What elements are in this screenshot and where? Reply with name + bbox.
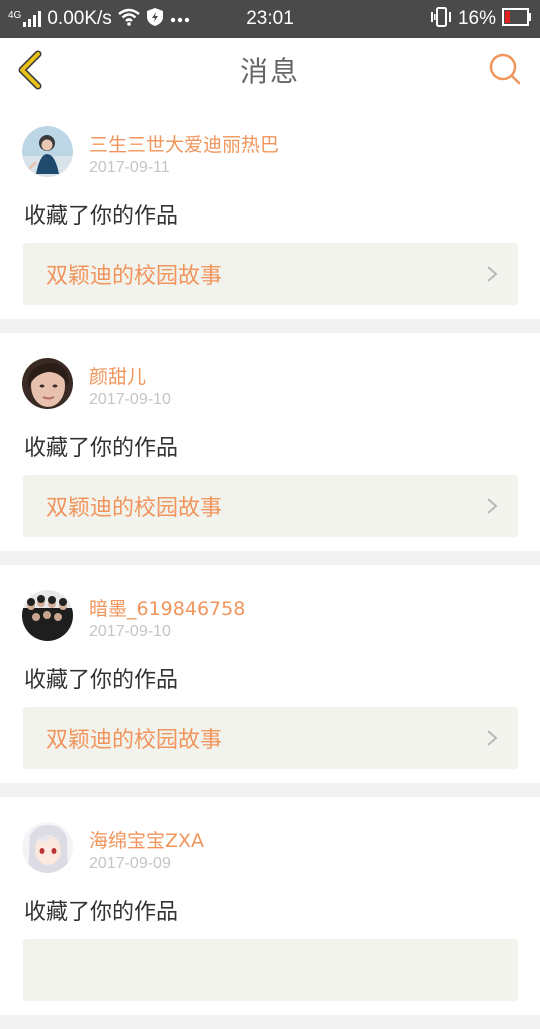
message-list: 三生三世大爱迪丽热巴 2017-09-11 收藏了你的作品 双颖迪的校园故事 颜… [0, 101, 540, 1029]
search-button[interactable] [488, 52, 522, 86]
message-item: 颜甜儿 2017-09-10 收藏了你的作品 双颖迪的校园故事 [0, 333, 540, 551]
message-item: 海绵宝宝ZXA 2017-09-09 收藏了你的作品 [0, 797, 540, 1015]
app-header: 消息 [0, 38, 540, 102]
username[interactable]: 颜甜儿 [89, 362, 146, 389]
message-item: 暗墨_619846758 2017-09-10 收藏了你的作品 双颖迪的校园故事 [0, 565, 540, 783]
username[interactable]: 三生三世大爱迪丽热巴 [89, 130, 279, 157]
clock: 23:01 [246, 8, 294, 29]
action-text: 收藏了你的作品 [24, 204, 179, 229]
network-type: 4G [8, 10, 22, 21]
message-date: 2017-09-10 [89, 623, 171, 640]
work-link[interactable]: 双颖迪的校园故事 [23, 243, 518, 305]
work-link[interactable] [23, 939, 518, 1001]
back-arrow-icon [18, 50, 42, 90]
status-bar: 4G 0.00K/s 23:01 16% [0, 0, 540, 38]
chevron-right-icon [487, 730, 498, 746]
shield-icon [146, 7, 164, 32]
avatar[interactable] [22, 358, 73, 409]
action-text: 收藏了你的作品 [24, 900, 179, 925]
message-date: 2017-09-09 [89, 855, 171, 872]
work-title: 双颖迪的校园故事 [46, 264, 223, 289]
action-text: 收藏了你的作品 [24, 668, 179, 693]
more-notifications-icon [170, 10, 190, 28]
chevron-right-icon [487, 498, 498, 514]
message-item: 三生三世大爱迪丽热巴 2017-09-11 收藏了你的作品 双颖迪的校园故事 [0, 101, 540, 319]
page-title: 消息 [239, 54, 300, 88]
battery-icon [502, 7, 532, 31]
network-speed: 0.00K/s [47, 8, 112, 29]
chevron-right-icon [487, 266, 498, 282]
signal-icon: 4G [8, 10, 42, 27]
message-date: 2017-09-10 [89, 391, 171, 408]
message-date: 2017-09-11 [89, 159, 170, 176]
work-title: 双颖迪的校园故事 [46, 728, 223, 753]
action-text: 收藏了你的作品 [24, 436, 179, 461]
avatar[interactable] [22, 590, 73, 641]
username[interactable]: 海绵宝宝ZXA [89, 826, 204, 853]
work-title: 双颖迪的校园故事 [46, 496, 223, 521]
avatar[interactable] [22, 822, 73, 873]
username[interactable]: 暗墨_619846758 [89, 594, 245, 621]
work-link[interactable]: 双颖迪的校园故事 [23, 707, 518, 769]
search-icon [489, 53, 521, 85]
back-button[interactable] [12, 48, 52, 92]
wifi-icon [118, 8, 140, 31]
avatar[interactable] [22, 126, 73, 177]
battery-percent: 16% [457, 8, 496, 29]
work-link[interactable]: 双颖迪的校园故事 [23, 475, 518, 537]
vibrate-icon [430, 6, 452, 32]
